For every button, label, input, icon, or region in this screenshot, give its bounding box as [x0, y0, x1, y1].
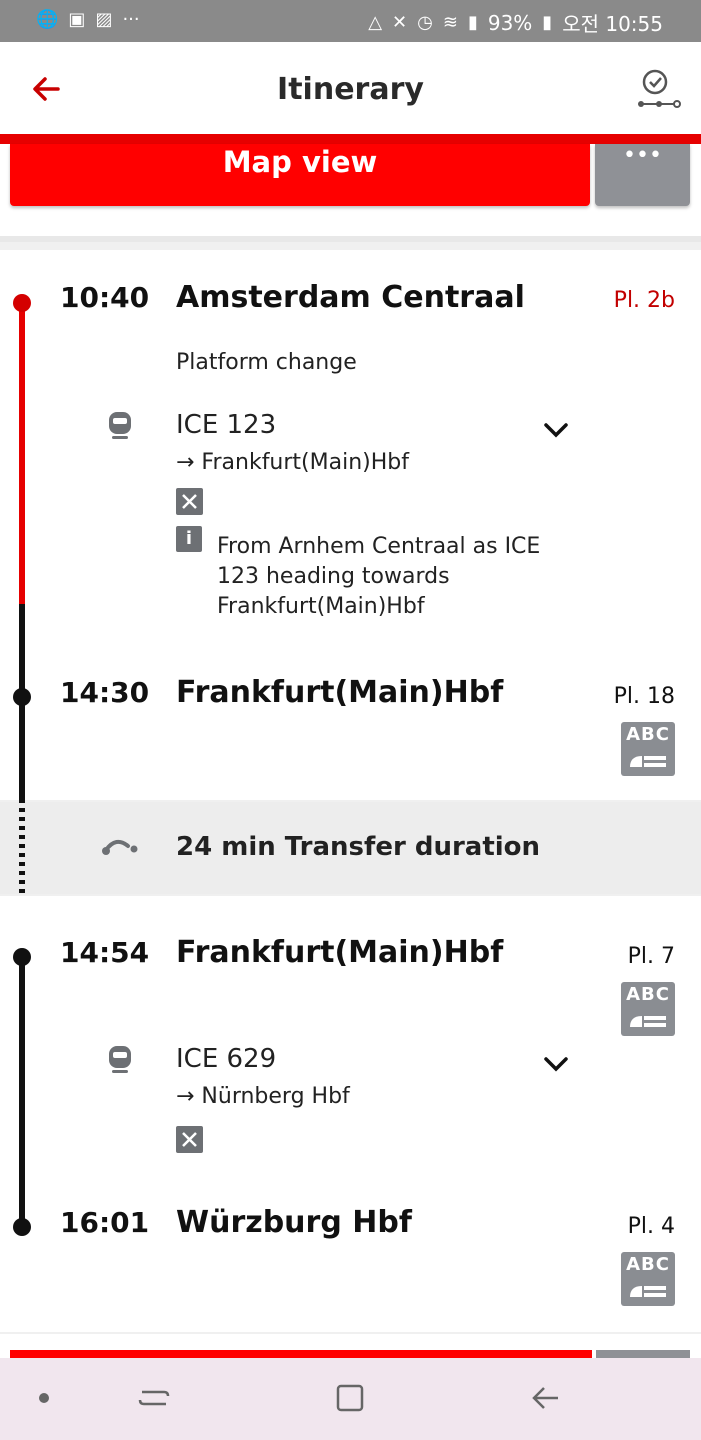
train-destination: → Frankfurt(Main)Hbf: [176, 450, 409, 475]
timeline-dot-start: [13, 294, 31, 312]
arrival-time-2: 16:01: [60, 1206, 150, 1239]
alarm-icon: ◷: [417, 11, 433, 33]
train-name: ICE 123: [176, 410, 277, 440]
map-bar: Map view •••: [0, 144, 701, 236]
clock-route-icon: [638, 69, 681, 108]
status-right-icons: △ ✕ ◷ ≋ ▮ 93% ▮ 오전 10:55: [368, 8, 663, 37]
map-view-button[interactable]: Map view: [10, 144, 590, 206]
restaurant-icon: [176, 1126, 203, 1153]
image-icon: ▨: [95, 9, 113, 30]
leg-card-2[interactable]: 14:54 Frankfurt(Main)Hbf Pl. 7 ABC ICE 6…: [0, 896, 701, 1332]
transfer-row: 24 min Transfer duration: [0, 802, 701, 894]
dot-icon[interactable]: [24, 1378, 64, 1418]
train-icon: [109, 1046, 131, 1073]
status-bar: 🌐 ▣ ▨ ··· △ ✕ ◷ ≋ ▮ 93% ▮ 오전 10:55: [0, 0, 701, 42]
coach-sector-badge-2: ABC: [621, 982, 675, 1036]
page-title: Itinerary: [277, 72, 424, 107]
train-icon: [109, 412, 131, 439]
clock: 오전 10:55: [562, 12, 663, 36]
next-more-button-peek[interactable]: [596, 1350, 690, 1358]
arrival-station: Frankfurt(Main)Hbf: [176, 675, 504, 710]
train-sector-icon: [630, 1286, 666, 1297]
home-icon[interactable]: [330, 1378, 370, 1418]
info-icon: i: [176, 526, 202, 552]
battery-icon: ▮: [542, 11, 553, 33]
train-sector-icon: [630, 1016, 666, 1027]
coach-sector-badge-3: ABC: [621, 1252, 675, 1306]
sector-label: ABC: [626, 724, 670, 745]
sector-label-2: ABC: [626, 984, 670, 1005]
restaurant-icon: [176, 488, 203, 515]
notification-icon: ▣: [68, 9, 86, 30]
mute-icon: ✕: [392, 11, 408, 33]
leg-card-1[interactable]: 10:40 Amsterdam Centraal Pl. 2b Platform…: [0, 250, 701, 806]
arrival-station-2: Würzburg Hbf: [176, 1205, 412, 1240]
departure-platform: Pl. 2b: [613, 288, 675, 313]
more-dots-icon: ···: [122, 9, 140, 30]
departure-time-2: 14:54: [60, 936, 150, 969]
itinerary-list: 10:40 Amsterdam Centraal Pl. 2b Platform…: [0, 242, 701, 1334]
status-left-icons: 🌐 ▣ ▨ ···: [36, 8, 140, 32]
header-divider: [0, 134, 701, 144]
timeline-segment-black-2: [19, 956, 25, 1228]
timeline-dot-arrival-2: [13, 1218, 31, 1236]
arrival-platform: Pl. 18: [613, 684, 675, 709]
chevron-down-icon[interactable]: [538, 416, 574, 446]
back-nav-icon[interactable]: [526, 1378, 566, 1418]
departure-time: 10:40: [60, 281, 150, 314]
transfer-duration: 24 min Transfer duration: [176, 832, 541, 862]
signal-icon: ▮: [467, 11, 478, 33]
platform-change-note: Platform change: [176, 350, 357, 375]
arrival-platform-2: Pl. 4: [627, 1214, 675, 1239]
timeline-segment-red: [19, 308, 25, 604]
departure-station-2: Frankfurt(Main)Hbf: [176, 935, 504, 970]
timeline-dot-departure-2: [13, 948, 31, 966]
arrival-time: 14:30: [60, 676, 150, 709]
coach-sector-badge: ABC: [621, 722, 675, 776]
chevron-down-icon[interactable]: [538, 1050, 574, 1080]
train-destination-2: → Nürnberg Hbf: [176, 1084, 350, 1109]
recents-icon[interactable]: [134, 1378, 174, 1418]
wifi-icon: ≋: [442, 11, 458, 33]
next-journey-button-peek[interactable]: [10, 1350, 592, 1358]
transfer-icon: [102, 839, 138, 855]
train-name-2: ICE 629: [176, 1044, 277, 1074]
sector-label-3: ABC: [626, 1254, 670, 1275]
train-sector-icon: [630, 756, 666, 767]
more-options-button[interactable]: •••: [595, 144, 690, 206]
departure-platform-2: Pl. 7: [627, 944, 675, 969]
sync-icon: △: [368, 11, 383, 33]
departure-station: Amsterdam Centraal: [176, 280, 525, 315]
battery-percent: 93%: [487, 10, 533, 35]
realtime-button[interactable]: [635, 66, 683, 114]
globe-icon: 🌐: [36, 9, 59, 30]
leg-info-text: From Arnhem Centraal as ICE 123 heading …: [217, 534, 541, 619]
app-bar: Itinerary: [0, 42, 701, 134]
system-nav-bar: [0, 1358, 701, 1440]
